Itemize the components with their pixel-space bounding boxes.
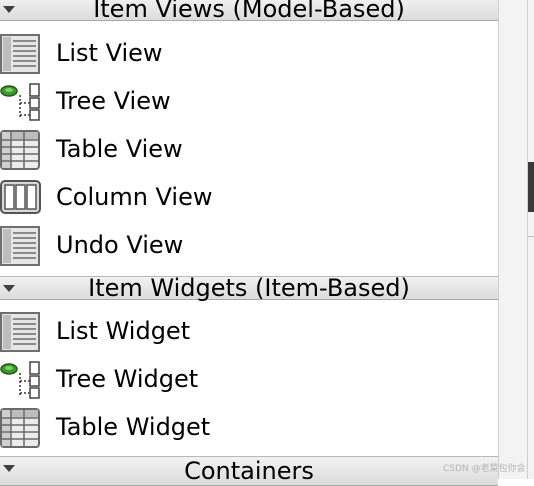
widget-item-tree-view[interactable]: Tree View: [0, 77, 498, 125]
widget-item-label: Table Widget: [56, 413, 211, 441]
widget-item-label: List View: [56, 39, 163, 67]
category-title: Item Widgets (Item-Based): [88, 274, 410, 302]
category-header-item-widgets[interactable]: Item Widgets (Item-Based): [0, 274, 498, 302]
widget-item-label: Tree View: [56, 87, 171, 115]
widget-item-undo-view[interactable]: Undo View: [0, 221, 498, 269]
table-widget-icon: [0, 408, 40, 448]
list-view-icon: [0, 34, 40, 74]
watermark-text: CSDN @老菜包你会: [443, 464, 526, 474]
undo-view-icon: [0, 226, 40, 266]
widget-item-table-widget[interactable]: Table Widget: [0, 403, 498, 451]
widget-item-label: Tree Widget: [56, 365, 199, 393]
tree-widget-icon: [0, 361, 40, 399]
category-header-containers[interactable]: Containers: [0, 456, 498, 486]
splitter-strip[interactable]: [498, 0, 534, 479]
widget-item-tree-widget[interactable]: Tree Widget: [0, 355, 498, 403]
tree-view-icon: [0, 83, 40, 121]
widget-item-list-view[interactable]: List View: [0, 29, 498, 77]
widget-item-list-widget[interactable]: List Widget: [0, 307, 498, 355]
widget-item-label: List Widget: [56, 317, 191, 345]
widget-item-table-view[interactable]: Table View: [0, 125, 498, 173]
scrollbar-thumb[interactable]: [528, 162, 534, 212]
widget-item-label: Column View: [56, 183, 213, 211]
widget-item-label: Table View: [56, 135, 183, 163]
category-title: Containers: [184, 457, 314, 485]
table-view-icon: [0, 130, 40, 170]
widget-item-label: Undo View: [56, 231, 184, 259]
divider: [527, 0, 528, 479]
widget-box-panel: Item Views (Model-Based) List View Tree …: [0, 0, 498, 486]
widget-item-column-view[interactable]: Column View: [0, 173, 498, 221]
category-title: Item Views (Model-Based): [93, 0, 405, 23]
divider: [528, 236, 534, 237]
list-widget-icon: [0, 312, 40, 352]
column-view-icon: [0, 180, 41, 214]
category-header-item-views[interactable]: Item Views (Model-Based): [0, 0, 498, 23]
